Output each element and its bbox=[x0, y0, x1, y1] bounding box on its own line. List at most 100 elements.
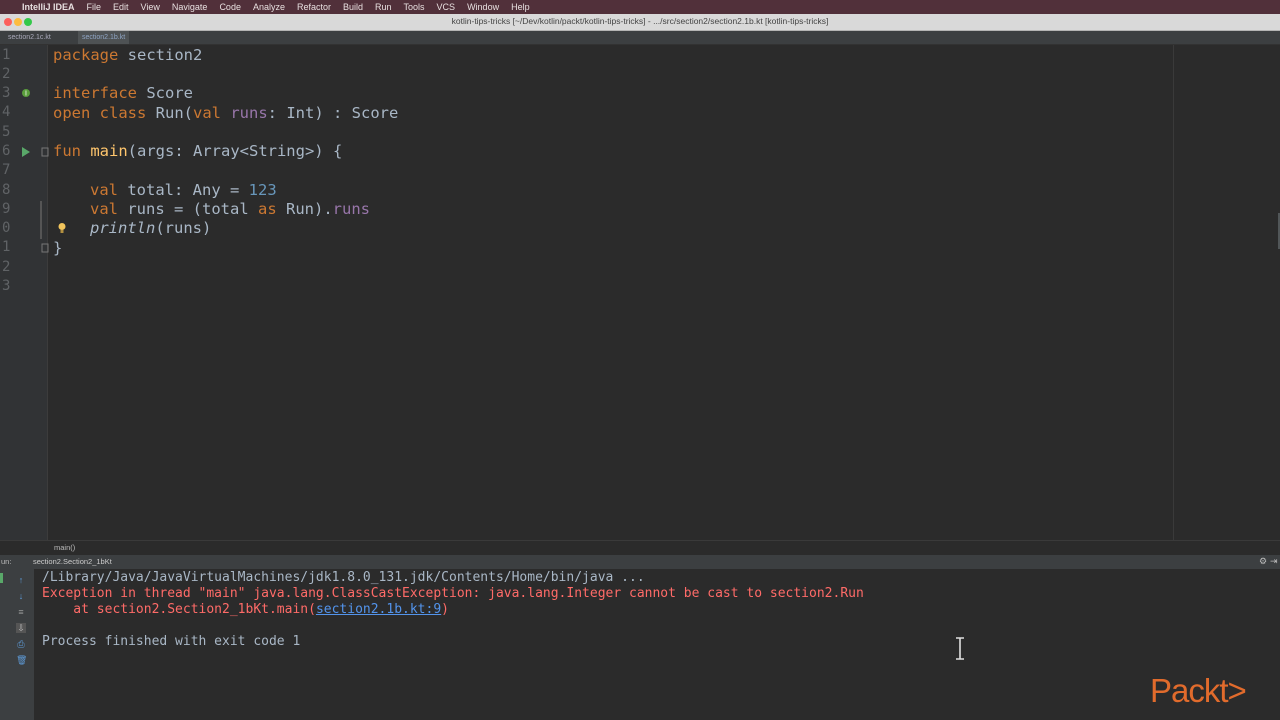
hide-icon[interactable]: ⇥ bbox=[1270, 556, 1278, 567]
keyword: fun bbox=[53, 142, 81, 160]
breadcrumb: main() bbox=[0, 540, 1280, 555]
svg-text:I: I bbox=[25, 91, 27, 98]
menu-refactor[interactable]: Refactor bbox=[297, 2, 331, 12]
text: : Int) : Score bbox=[267, 104, 399, 122]
keyword: val bbox=[90, 181, 118, 199]
run-config-tab[interactable]: section2.Section2_1bKt bbox=[33, 557, 112, 566]
run-label: un: bbox=[1, 557, 12, 566]
text: Score bbox=[137, 84, 193, 102]
breadcrumb-item[interactable]: main() bbox=[54, 543, 75, 552]
menu-analyze[interactable]: Analyze bbox=[253, 2, 285, 12]
right-margin-guide bbox=[1173, 45, 1174, 540]
keyword: open class bbox=[53, 104, 147, 122]
menu-vcs[interactable]: VCS bbox=[437, 2, 456, 12]
run-main-icon[interactable] bbox=[21, 146, 31, 158]
scroll-to-end-icon[interactable]: ⇩ bbox=[16, 623, 26, 633]
line-number: 2 bbox=[2, 259, 11, 275]
code-editor[interactable]: 1 2 3 4 5 6 7 8 9 0 1 2 3 I package sect… bbox=[0, 45, 1280, 540]
fold-icon[interactable] bbox=[41, 147, 49, 157]
source-link[interactable]: section2.1b.kt:9 bbox=[316, 602, 441, 617]
code-line-6: fun main(args: Array<String>) { bbox=[53, 142, 342, 161]
keyword: val bbox=[90, 200, 118, 218]
editor-gutter: 1 2 3 4 5 6 7 8 9 0 1 2 3 I bbox=[0, 45, 49, 540]
text: Run( bbox=[146, 104, 193, 122]
line-number: 2 bbox=[2, 66, 11, 82]
menu-file[interactable]: File bbox=[87, 2, 102, 12]
run-toolwindow-header: un: section2.Section2_1bKt ⚙ ⇥ bbox=[0, 555, 1280, 570]
stack-frame-text: at section2.Section2_1bKt.main( bbox=[42, 602, 316, 617]
text: (runs) bbox=[155, 219, 212, 237]
mac-menubar: IntelliJ IDEA File Edit View Navigate Co… bbox=[0, 0, 1280, 14]
number: 123 bbox=[248, 181, 277, 199]
line-number: 1 bbox=[2, 239, 11, 255]
property: runs bbox=[332, 200, 370, 218]
menu-code[interactable]: Code bbox=[219, 2, 241, 12]
soft-wrap-icon[interactable]: ≡ bbox=[16, 607, 26, 617]
tab-label: section2.1c.kt bbox=[8, 34, 51, 41]
code-line-3: interface Score bbox=[53, 84, 193, 103]
line-number: 7 bbox=[2, 162, 11, 178]
property: runs bbox=[221, 104, 268, 122]
console-stack-line: at section2.Section2_1bKt.main(section2.… bbox=[42, 602, 449, 618]
menu-help[interactable]: Help bbox=[511, 2, 530, 12]
console-exception-line: Exception in thread "main" java.lang.Cla… bbox=[42, 586, 864, 601]
app-menu[interactable]: IntelliJ IDEA bbox=[22, 2, 75, 12]
text: (args: Array<String>) { bbox=[127, 142, 343, 160]
intention-bulb-icon[interactable] bbox=[57, 222, 67, 234]
down-stack-icon[interactable]: ↓ bbox=[16, 591, 26, 601]
text-cursor-icon bbox=[956, 637, 964, 660]
menu-edit[interactable]: Edit bbox=[113, 2, 129, 12]
menu-build[interactable]: Build bbox=[343, 2, 363, 12]
menu-view[interactable]: View bbox=[141, 2, 160, 12]
code-line-8: val total: Any = 123 bbox=[90, 181, 277, 200]
fold-end-icon[interactable] bbox=[41, 243, 49, 253]
line-number: 0 bbox=[2, 220, 11, 236]
implemented-interface-icon[interactable]: I bbox=[21, 88, 31, 98]
text: Run). bbox=[276, 200, 333, 218]
trash-icon[interactable]: 🗑 bbox=[16, 655, 27, 665]
line-number: 5 bbox=[2, 124, 11, 140]
line-number: 4 bbox=[2, 104, 11, 120]
code-line-1: package section2 bbox=[53, 46, 202, 65]
code-line-4: open class Run(val runs: Int) : Score bbox=[53, 104, 398, 123]
stack-frame-text: ) bbox=[441, 602, 449, 617]
text: section2 bbox=[118, 46, 203, 64]
tab-label: section2.1b.kt bbox=[82, 34, 126, 41]
line-number: 9 bbox=[2, 201, 11, 217]
keyword: val bbox=[193, 104, 221, 122]
gear-icon[interactable]: ⚙ bbox=[1259, 556, 1267, 567]
run-console[interactable]: ↑ ↓ ≡ ⇩ ⎙ 🗑 /Library/Java/JavaVirtualMac… bbox=[0, 569, 1280, 720]
window-titlebar: kotlin-tips-tricks [~/Dev/kotlin/packt/k… bbox=[0, 14, 1280, 31]
keyword: interface bbox=[53, 84, 137, 102]
console-command-line: /Library/Java/JavaVirtualMachines/jdk1.8… bbox=[42, 570, 645, 585]
menu-tools[interactable]: Tools bbox=[404, 2, 425, 12]
function-call: println bbox=[90, 219, 156, 237]
menu-window[interactable]: Window bbox=[467, 2, 499, 12]
line-number: 6 bbox=[2, 143, 11, 159]
menu-navigate[interactable]: Navigate bbox=[172, 2, 208, 12]
text bbox=[81, 142, 90, 160]
rerun-icon[interactable] bbox=[0, 573, 3, 583]
window-title: kotlin-tips-tricks [~/Dev/kotlin/packt/k… bbox=[451, 16, 829, 26]
code-line-10: println(runs) bbox=[90, 219, 211, 238]
text: } bbox=[53, 239, 63, 257]
line-number: 3 bbox=[2, 278, 11, 294]
tab-section2-1c[interactable]: section2.1c.kt bbox=[4, 31, 55, 44]
console-toolbar: ↑ ↓ ≡ ⇩ ⎙ 🗑 bbox=[0, 569, 34, 720]
line-number: 3 bbox=[2, 85, 11, 101]
console-exit-line: Process finished with exit code 1 bbox=[42, 634, 301, 649]
editor-tabs: section2.1c.kt section2.1b.kt bbox=[0, 31, 1280, 45]
tab-section2-1b[interactable]: section2.1b.kt bbox=[78, 31, 130, 44]
packt-logo: Packt> bbox=[1150, 672, 1247, 709]
keyword: as bbox=[257, 200, 277, 218]
text: runs = (total bbox=[118, 200, 258, 218]
line-number: 1 bbox=[2, 47, 11, 63]
keyword: package bbox=[53, 46, 119, 64]
up-stack-icon[interactable]: ↑ bbox=[16, 575, 26, 585]
text: total: Any = bbox=[118, 181, 249, 199]
function-name: main bbox=[90, 142, 128, 160]
print-icon[interactable]: ⎙ bbox=[16, 639, 26, 649]
menu-run[interactable]: Run bbox=[375, 2, 392, 12]
code-line-9: val runs = (total as Run).runs bbox=[90, 200, 370, 219]
code-line-11: } bbox=[53, 239, 62, 258]
